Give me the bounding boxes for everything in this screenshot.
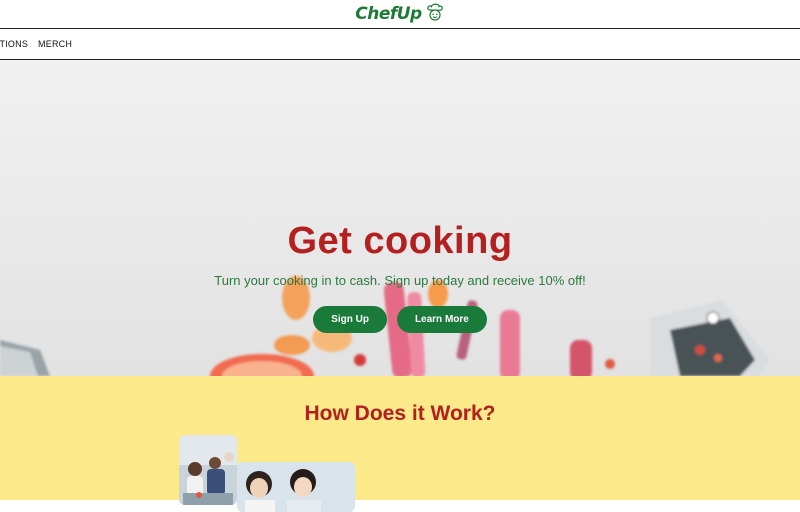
- hero-section: Get cooking Turn your cooking in to cash…: [0, 60, 800, 376]
- hero-content: Get cooking Turn your cooking in to cash…: [0, 220, 800, 333]
- nav-item-locations[interactable]: ATIONS: [0, 39, 28, 49]
- hero-title: Get cooking: [287, 220, 513, 262]
- learn-more-button[interactable]: Learn More: [396, 306, 487, 333]
- how-it-works-section: How Does it Work?: [0, 376, 800, 512]
- nav-item-merch[interactable]: MERCH: [38, 39, 72, 49]
- hero-buttons: Sign Up Learn More: [0, 306, 800, 333]
- family-cooking-photo: [179, 435, 237, 505]
- women-cooking-photo: [237, 462, 355, 512]
- top-header: ChefUp: [0, 0, 800, 29]
- hero-subtitle: Turn your cooking in to cash. Sign up to…: [214, 273, 586, 288]
- how-it-works-title: How Does it Work?: [304, 402, 496, 425]
- brand-logo-text: ChefUp: [355, 4, 422, 24]
- main-nav: ATIONS MERCH: [0, 29, 800, 60]
- sign-up-button[interactable]: Sign Up: [313, 306, 387, 333]
- brand-logo[interactable]: ChefUp: [355, 2, 444, 27]
- chef-hat-icon: [425, 2, 445, 27]
